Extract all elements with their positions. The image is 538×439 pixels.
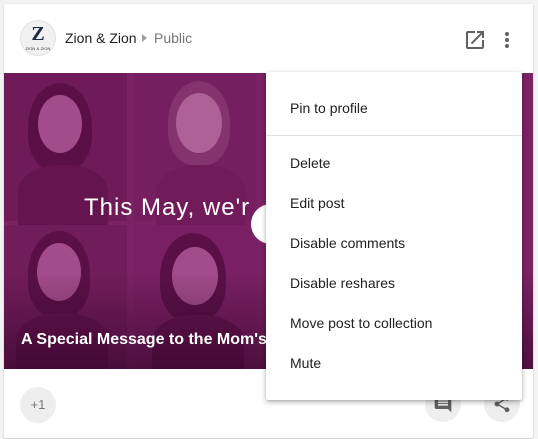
post-visibility: Public [154, 30, 193, 46]
author-name[interactable]: Zion & Zion [65, 30, 137, 46]
menu-item-mute[interactable]: Mute [266, 343, 522, 383]
menu-item-delete[interactable]: Delete [266, 143, 522, 183]
menu-item-pin-to-profile[interactable]: Pin to profile [266, 88, 522, 128]
post-header: Z ZION & ZION Zion & Zion Public [4, 4, 533, 72]
menu-item-disable-reshares[interactable]: Disable reshares [266, 263, 522, 303]
avatar-logo-letter: Z [31, 23, 45, 45]
media-headline: This May, we'r [84, 194, 251, 221]
open-in-new-icon[interactable] [463, 28, 487, 52]
avatar[interactable]: Z ZION & ZION [20, 20, 56, 56]
chevron-right-icon [142, 34, 147, 42]
post-options-menu: Pin to profile Delete Edit post Disable … [266, 72, 522, 400]
menu-item-disable-comments[interactable]: Disable comments [266, 223, 522, 263]
menu-item-edit-post[interactable]: Edit post [266, 183, 522, 223]
media-caption: A Special Message to the Mom's o [21, 331, 282, 348]
menu-divider [266, 135, 522, 136]
more-vert-icon[interactable] [495, 28, 519, 52]
avatar-logo-subtext: ZION & ZION [25, 46, 51, 51]
plus-one-button[interactable]: +1 [20, 387, 56, 423]
menu-item-move-post-to-collection[interactable]: Move post to collection [266, 303, 522, 343]
